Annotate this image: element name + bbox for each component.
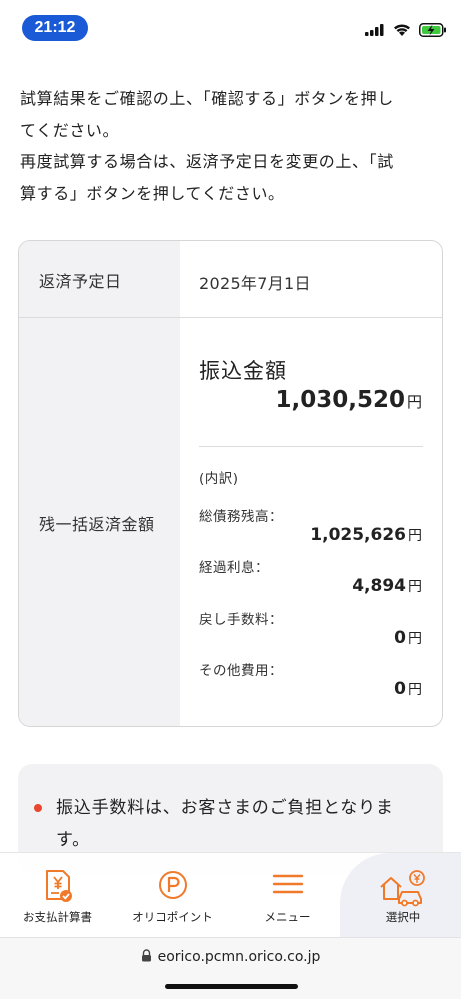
currency-unit: 円 [408, 631, 422, 647]
menu-icon [272, 874, 303, 894]
breakdown-label: (内訳) [199, 471, 239, 487]
payment-statement-icon [45, 870, 72, 902]
home-car-icon [380, 870, 425, 907]
notice-item: 振込手数料は、お客さまのご負担となりま す。 [34, 792, 424, 856]
breakdown-item-amount: 0円 [394, 628, 422, 648]
breakdown-item-label: 戻し手数料： [199, 612, 283, 628]
intro-line: 試算結果をご確認の上、「確認する」ボタンを押し [20, 89, 394, 108]
nav-label: お支払計算書 [23, 910, 92, 924]
breakdown-item-label: 総債務残高： [199, 509, 283, 525]
due-date-label: 返済予定日 [39, 272, 122, 291]
label-column [19, 241, 180, 726]
intro-line: 算する」ボタンを押してください。 [20, 183, 285, 203]
currency-unit: 円 [408, 528, 422, 544]
breakdown-item-label: その他費用： [199, 663, 283, 679]
notice-text: 振込手数料は、お客さまのご負担となりま す。 [56, 792, 424, 856]
currency-unit: 円 [408, 682, 422, 698]
lock-icon [141, 949, 151, 962]
amount-value: 0 [394, 679, 406, 699]
notice-line: 振込手数料は、お客さまのご負担となりま [56, 798, 394, 818]
nav-label: 選択中 [385, 910, 421, 924]
currency-unit: 円 [408, 579, 422, 595]
amount-value: 0 [394, 628, 406, 648]
transfer-amount: 1,030,520 円 [275, 387, 422, 413]
status-time: 21:12 [22, 15, 88, 41]
intro-line: てください。 [20, 120, 120, 140]
bullet-icon [34, 804, 42, 812]
currency-unit: 円 [406, 393, 422, 411]
bottom-nav: お支払計算書 オリコポイント メニュー 選択中 [0, 852, 461, 937]
nav-menu[interactable]: メニュー [230, 853, 345, 937]
row-divider [19, 317, 442, 318]
result-table: 返済予定日 2025年7月1日 残一括返済金額 振込金額 1,030,520 円 … [18, 240, 443, 727]
breakdown-item-amount: 4,894 円 [352, 576, 422, 596]
cellular-signal-icon [365, 24, 384, 36]
amount-divider [199, 446, 423, 447]
breakdown-item-label: 経過利息： [199, 560, 269, 576]
url-text: eorico.pcmn.orico.co.jp [157, 949, 321, 965]
nav-selected[interactable]: 選択中 [345, 853, 461, 937]
home-indicator[interactable] [165, 984, 298, 989]
breakdown-item-amount: 0円 [394, 679, 422, 699]
amount-value: 4,894 [352, 576, 406, 596]
url-field[interactable]: eorico.pcmn.orico.co.jp [0, 949, 461, 965]
nav-label: メニュー [264, 910, 311, 924]
nav-orico-point[interactable]: オリコポイント [115, 853, 230, 937]
breakdown-item-amount: 1,025,626 円 [310, 525, 422, 545]
browser-url-bar[interactable]: eorico.pcmn.orico.co.jp [0, 937, 461, 999]
due-date-value: 2025年7月1日 [199, 274, 311, 293]
orico-point-icon [158, 871, 187, 899]
transfer-amount-label: 振込金額 [199, 359, 287, 383]
intro-text: 試算結果をご確認の上、「確認する」ボタンを押し てください。 再度試算する場合は… [20, 83, 445, 209]
amount-value: 1,025,626 [310, 525, 406, 545]
wifi-icon [394, 24, 410, 36]
lump-sum-label: 残一括返済金額 [39, 515, 155, 534]
status-bar: 21:12 [0, 0, 461, 58]
nav-label: オリコポイント [132, 910, 213, 924]
transfer-amount-value: 1,030,520 [275, 387, 405, 413]
nav-payment-statement[interactable]: お支払計算書 [0, 853, 115, 937]
intro-line: 再度試算する場合は、返済予定日を変更の上、「試 [20, 152, 394, 171]
battery-charging-icon [419, 23, 446, 37]
